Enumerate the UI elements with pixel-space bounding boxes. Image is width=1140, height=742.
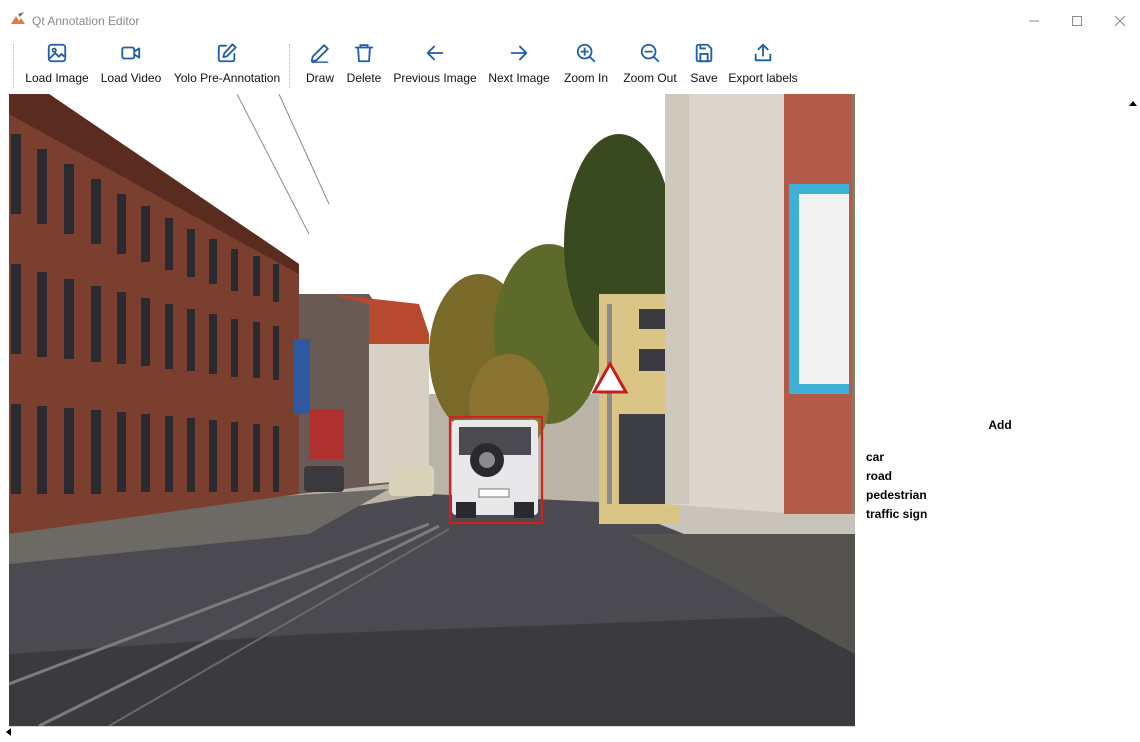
previous-image-button[interactable]: Previous Image	[393, 40, 477, 90]
load-image-button[interactable]: Load Image	[25, 40, 89, 90]
arrow-right-icon	[510, 45, 528, 61]
export-labels-label: Export labels	[728, 71, 798, 85]
list-item[interactable]: road	[866, 467, 927, 486]
zoom-out-icon	[640, 43, 660, 63]
previous-image-label: Previous Image	[393, 71, 477, 85]
scroll-up-arrow[interactable]	[1128, 96, 1138, 106]
add-label-title[interactable]: Add	[855, 418, 1140, 432]
load-video-button[interactable]: Load Video	[100, 40, 162, 90]
street-scene-image	[9, 94, 855, 726]
delete-button[interactable]: Delete	[344, 40, 384, 90]
title-bar: Qt Annotation Editor	[0, 0, 1140, 34]
caret-left-icon	[6, 728, 11, 736]
caret-up-icon	[1129, 101, 1137, 106]
toolbar-grip[interactable]	[13, 44, 16, 88]
image-canvas[interactable]	[9, 94, 855, 726]
label-list: car road pedestrian traffic sign	[866, 448, 927, 524]
zoom-in-button[interactable]: Zoom In	[561, 40, 611, 90]
next-image-button[interactable]: Next Image	[488, 40, 550, 90]
save-button[interactable]: Save	[688, 40, 720, 90]
window-title: Qt Annotation Editor	[32, 14, 140, 28]
trash-icon	[354, 44, 374, 63]
list-item[interactable]: pedestrian	[866, 486, 927, 505]
toolbar-grip[interactable]	[289, 44, 292, 88]
close-button[interactable]	[1100, 8, 1140, 34]
next-image-label: Next Image	[488, 71, 550, 85]
app-logo-icon	[10, 12, 26, 26]
zoom-out-button[interactable]: Zoom Out	[619, 40, 681, 90]
load-video-label: Load Video	[100, 71, 162, 85]
zoom-in-label: Zoom In	[563, 71, 608, 85]
yolo-label: Yolo Pre-Annotation	[173, 71, 281, 85]
pencil-icon	[310, 44, 329, 63]
save-label: Save	[690, 71, 718, 85]
minimize-icon	[1029, 20, 1039, 22]
load-image-label: Load Image	[25, 71, 89, 85]
maximize-button[interactable]	[1057, 8, 1097, 34]
label-panel: Add car road pedestrian traffic sign	[855, 402, 1128, 726]
horizontal-scrollbar[interactable]	[9, 726, 855, 727]
list-item[interactable]: traffic sign	[866, 505, 927, 524]
list-item[interactable]: car	[866, 448, 927, 467]
close-icon	[1114, 15, 1126, 27]
export-labels-button[interactable]: Export labels	[727, 40, 799, 90]
zoom-in-icon	[576, 43, 596, 63]
minimize-button[interactable]	[1014, 8, 1054, 34]
image-icon	[47, 43, 67, 63]
zoom-out-label: Zoom Out	[623, 71, 677, 85]
yolo-pre-annotation-button[interactable]: Yolo Pre-Annotation	[172, 40, 282, 90]
main-window: Qt Annotation Editor Load Image Load Vid…	[0, 0, 1140, 736]
draw-label: Draw	[305, 71, 334, 85]
arrow-left-icon	[426, 45, 444, 61]
edit-icon	[217, 43, 237, 63]
export-icon	[754, 43, 772, 62]
save-icon	[695, 43, 713, 63]
draw-button[interactable]: Draw	[303, 40, 337, 90]
delete-label: Delete	[346, 71, 382, 85]
maximize-icon	[1072, 16, 1082, 26]
video-icon	[121, 46, 141, 60]
toolbar: Load Image Load Video Yolo Pre-Annotatio…	[0, 36, 1140, 92]
